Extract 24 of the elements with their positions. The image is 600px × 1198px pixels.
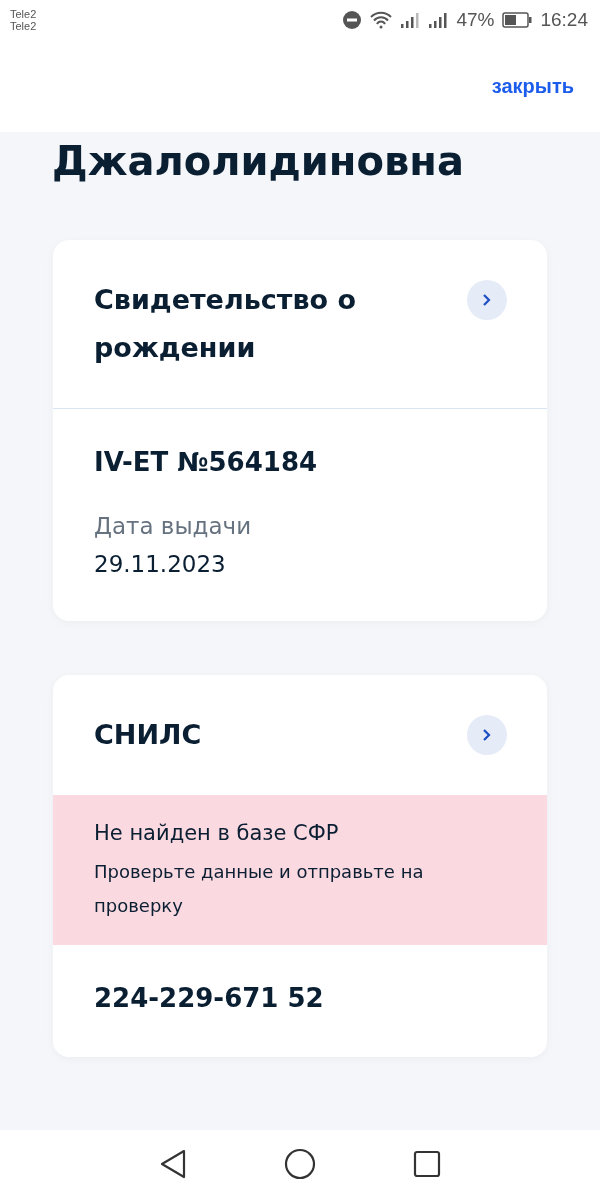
document-number: IV-ET №564184 [94, 447, 319, 477]
back-icon[interactable] [158, 1149, 187, 1179]
page-heading: Джалолидиновна [52, 138, 465, 184]
clock-time: 16:24 [540, 9, 588, 31]
field-value: 29.11.2023 [94, 551, 227, 577]
card-title: Свидетельство о рождении [94, 283, 357, 365]
document-number: 224-229-671 52 [94, 983, 325, 1013]
close-link[interactable]: закрыть [491, 74, 574, 98]
battery-percent: 47% [456, 9, 495, 31]
card-title: СНИЛС [94, 718, 202, 752]
carrier-name: Tele2 [10, 20, 37, 32]
battery-icon [502, 12, 533, 28]
signal-icon [428, 12, 449, 28]
field-label: Дата выдачи [94, 513, 253, 539]
recent-apps-icon[interactable] [413, 1150, 442, 1178]
do-not-disturb-icon [342, 10, 363, 30]
error-message: Проверьте данные и отправьте на проверку [94, 860, 425, 918]
signal-icon [400, 12, 421, 28]
home-icon[interactable] [284, 1148, 316, 1180]
error-title: Не найден в базе СФР [94, 821, 340, 845]
carrier-name: Tele2 [10, 8, 37, 20]
chevron-right-icon [481, 728, 493, 742]
chevron-right-icon [481, 293, 493, 307]
wifi-icon [370, 11, 393, 29]
